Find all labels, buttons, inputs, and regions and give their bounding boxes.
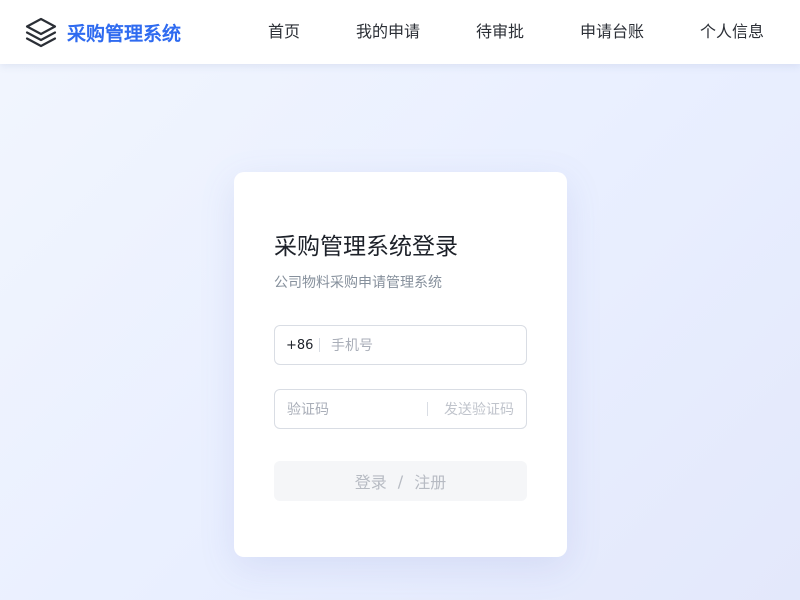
nav-item-home[interactable]: 首页 <box>268 21 300 43</box>
verification-code-input[interactable] <box>287 399 422 421</box>
nav-item-pending-approval[interactable]: 待审批 <box>476 21 524 43</box>
register-label: 注册 <box>414 473 447 492</box>
top-navigation-bar: 采购管理系统 首页 我的申请 待审批 申请台账 个人信息 <box>0 0 800 64</box>
send-code-button[interactable]: 发送验证码 <box>444 400 514 420</box>
prefix-divider <box>319 338 320 352</box>
brand-name: 采购管理系统 <box>67 22 182 45</box>
nav-item-my-applications[interactable]: 我的申请 <box>356 21 420 43</box>
login-subtitle: 公司物料采购申请管理系统 <box>274 275 442 291</box>
login-register-button[interactable]: 登录 / 注册 <box>274 461 527 501</box>
layers-icon <box>25 17 57 48</box>
verification-code-field[interactable]: 发送验证码 <box>274 389 527 429</box>
login-card: 采购管理系统登录 公司物料采购申请管理系统 +86 发送验证码 登录 / 注册 <box>234 172 567 557</box>
nav-item-profile[interactable]: 个人信息 <box>700 21 764 43</box>
brand[interactable]: 采购管理系统 <box>24 16 181 48</box>
phone-field[interactable]: +86 <box>274 325 527 365</box>
send-code-divider <box>427 402 428 416</box>
country-code-prefix[interactable]: +86 <box>286 337 313 355</box>
button-separator: / <box>397 471 404 491</box>
login-title: 采购管理系统登录 <box>274 234 458 260</box>
nav-item-application-ledger[interactable]: 申请台账 <box>580 21 644 43</box>
login-label: 登录 <box>354 473 387 492</box>
phone-input[interactable] <box>331 335 516 357</box>
